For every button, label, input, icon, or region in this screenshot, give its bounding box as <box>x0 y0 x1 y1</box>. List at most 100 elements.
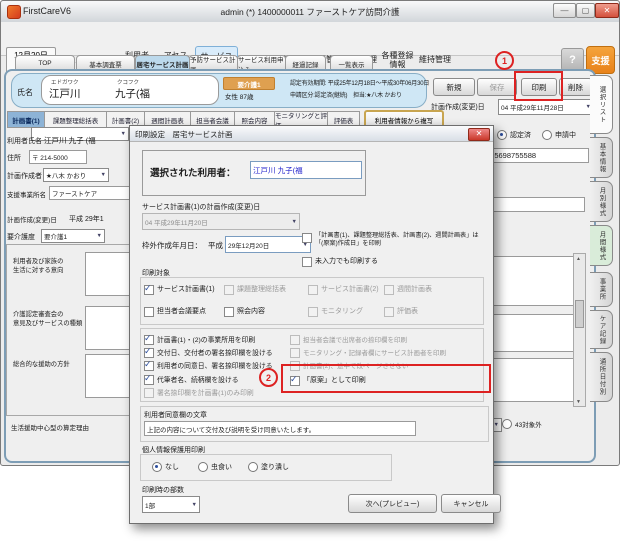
care-level-value: 要介護1 <box>44 231 67 241</box>
plan-date-value: 04 平成29年11月28日 <box>501 102 564 112</box>
chevron-down-icon: ▼ <box>292 219 297 225</box>
plan-date-dropdown[interactable]: 04 平成29年11月28日▼ <box>498 99 594 115</box>
cancel-button[interactable]: キャンセル <box>441 494 501 513</box>
delete-button[interactable]: 削除 <box>559 78 592 96</box>
help-button[interactable]: ? <box>561 48 584 71</box>
scroll-down-icon[interactable]: ▼ <box>574 397 583 406</box>
vertical-scrollbar[interactable]: ▲ ▼ <box>573 253 586 407</box>
minimize-button[interactable]: — <box>553 3 576 18</box>
vtab-select-list[interactable]: 選択リスト <box>590 75 613 134</box>
name-label: 氏名 <box>17 87 33 98</box>
address-input[interactable]: 〒 214-5000 <box>29 150 87 164</box>
next-preview-button[interactable]: 次へ(プレビュー) <box>348 494 437 513</box>
checkbox-issue-signature[interactable]: 交付日、交付者の署名捺印欄を設ける <box>144 347 273 358</box>
care-level-label: 要介護度 <box>7 232 35 242</box>
author-label: 計画作成者 <box>7 171 42 181</box>
checkbox-monitoring: モニタリング <box>308 306 363 317</box>
maximize-button[interactable]: ▢ <box>576 3 595 18</box>
consent-input[interactable]: 上記の内容について交付及び説明を受け同意いたします。 <box>144 421 416 436</box>
option-label: 担当者会議で出席者の捺印欄を印刷 <box>303 334 407 344</box>
outside-date-value: 29年12月20日 <box>228 240 269 250</box>
checkbox-icon <box>302 233 312 243</box>
vtab-visit-date[interactable]: 通所日付別 <box>590 352 613 402</box>
opinion-label: 介護認定審査会の 意見及びサービスの種類 <box>13 310 82 329</box>
right-box-2[interactable] <box>485 314 577 352</box>
copies-dropdown[interactable]: 1部▼ <box>142 496 200 513</box>
close-button[interactable]: ✕ <box>595 3 619 18</box>
target-label: サービス計画書(1) <box>157 284 215 294</box>
author-dropdown[interactable]: ★八木 かおり▼ <box>43 168 109 182</box>
patient-first-name: 九子(福 <box>115 86 150 101</box>
copies-value: 1部 <box>145 500 155 510</box>
certified-label: 認定済 <box>510 130 531 140</box>
insurance-number-input[interactable]: 855698755588 <box>483 148 589 163</box>
right-text-input[interactable] <box>485 197 585 212</box>
option-label: モニタリング・記録者欄にサービス計画者を印刷 <box>303 347 446 357</box>
privacy-nuritsubushi-label: 塗り潰し <box>261 462 289 472</box>
office-input[interactable]: ファーストケア <box>49 186 136 200</box>
checkbox-monitoring-recorder: モニタリング・記録者欄にサービス計画者を印刷 <box>290 347 446 358</box>
annotation-box-print <box>514 71 563 101</box>
scrollbar-thumb[interactable] <box>575 300 584 328</box>
radio-icon <box>502 419 512 429</box>
checkbox-issue-summary: 課題整理総括表 <box>224 284 286 295</box>
vtab-monthly-form-1[interactable]: 月別様式 <box>590 181 613 222</box>
checkbox-icon <box>144 361 154 371</box>
subtab-issue-summary[interactable]: 課題整理総括表 <box>44 111 107 128</box>
right-box-1[interactable] <box>485 256 577 306</box>
option-label: 利用者の同意日、署名捺印欄を設ける <box>157 360 273 370</box>
privacy-mushikui-radio[interactable]: 虫食い <box>198 462 232 472</box>
new-button[interactable]: 新規 <box>433 78 475 96</box>
radio-icon <box>542 130 552 140</box>
target-label: 評価表 <box>397 306 418 316</box>
checkbox-proxy-name[interactable]: 代筆者名、続柄欄を設ける <box>144 374 239 385</box>
checkbox-icon <box>302 257 312 267</box>
checkbox-staff-meeting[interactable]: 担当者会議要点 <box>144 306 206 317</box>
care-level-dropdown[interactable]: 要介護1 ▼ <box>41 229 105 243</box>
checkbox-icon <box>308 307 318 317</box>
author-value: ★八木 かおり <box>46 170 86 180</box>
annotation-box-draft <box>281 364 491 393</box>
right-box-3[interactable] <box>485 358 577 402</box>
option-label: 署名捺印欄を計画書(1)のみ印刷 <box>157 387 254 397</box>
save-button[interactable]: 保存 <box>477 78 517 96</box>
patient-sex-age: 女性 87歳 <box>225 91 254 101</box>
application-line: 申請区分:認定済(継続) 担当:★八木 かおり <box>290 90 402 99</box>
menu-bar: 12月20日 11:16 ← → お知らせ 利用者 情報 アセス メント サービ… <box>1 22 619 56</box>
radio-icon <box>497 130 507 140</box>
checkbox-attendee-seal: 担当者会議で出席者の捺印欄を印刷 <box>290 334 407 345</box>
privacy-nuritsubushi-radio[interactable]: 塗り潰し <box>248 462 289 472</box>
applying-radio[interactable]: 申請中 <box>542 130 576 140</box>
modal-plan-date-dropdown: 04 平成29年11月20日▼ <box>142 213 300 230</box>
chevron-down-icon: ▼ <box>97 233 102 239</box>
scroll-up-icon[interactable]: ▲ <box>574 254 583 263</box>
checkbox-icon <box>144 348 154 358</box>
privacy-none-radio[interactable]: なし <box>152 462 179 472</box>
checkbox-consent-signature[interactable]: 利用者の同意日、署名捺印欄を設ける <box>144 360 273 371</box>
vtab-office[interactable]: 事業所 <box>590 272 613 307</box>
vtab-basic-info[interactable]: 基本情報 <box>590 137 613 178</box>
checkbox-service-plan1[interactable]: サービス計画書(1) <box>144 284 215 295</box>
modal-plan-date-label: サービス計画書(1)の計画作成(変更)日 <box>142 202 260 212</box>
radio-icon <box>152 462 162 472</box>
checkbox-draft-date[interactable]: 「計画書(1)、課題整理総括表、計画書(2)、週間計画表」は「(原案)作成日」を… <box>302 232 484 248</box>
checkbox-signature-plan1-only: 署名捺印欄を計画書(1)のみ印刷 <box>144 387 254 398</box>
user-name-label: 利用者氏名 <box>7 136 42 146</box>
checkbox-office-print[interactable]: 計画書(1)・(2)の事業所用を印刷 <box>144 334 255 345</box>
checkbox-icon <box>144 335 154 345</box>
selected-user-input[interactable]: 江戸川 九子(福 <box>250 161 362 179</box>
outside-date-dropdown[interactable]: 29年12月20日▼ <box>225 236 311 253</box>
vtab-care-record[interactable]: ケア記録 <box>590 310 613 349</box>
vtab-monthly-form-2[interactable]: 月間様式 <box>590 225 613 266</box>
plan-date-left-label: 計画作成(変更)日 <box>7 214 57 224</box>
dialog-close-icon[interactable]: ✕ <box>468 128 490 141</box>
subtab-plan1[interactable]: 計画書(1) <box>7 111 45 128</box>
certified-radio[interactable]: 認定済 <box>497 130 531 140</box>
privacy-none-label: なし <box>165 462 179 472</box>
office-label: 支援事業所名 <box>7 189 46 199</box>
checkbox-icon <box>224 285 234 295</box>
chevron-down-icon: ▼ <box>121 131 126 137</box>
checkbox-inquiry[interactable]: 照会内容 <box>224 306 265 317</box>
exempt-radio[interactable]: 43対象外 <box>502 419 542 429</box>
checkbox-print-blank[interactable]: 未入力でも印刷する <box>302 256 378 267</box>
